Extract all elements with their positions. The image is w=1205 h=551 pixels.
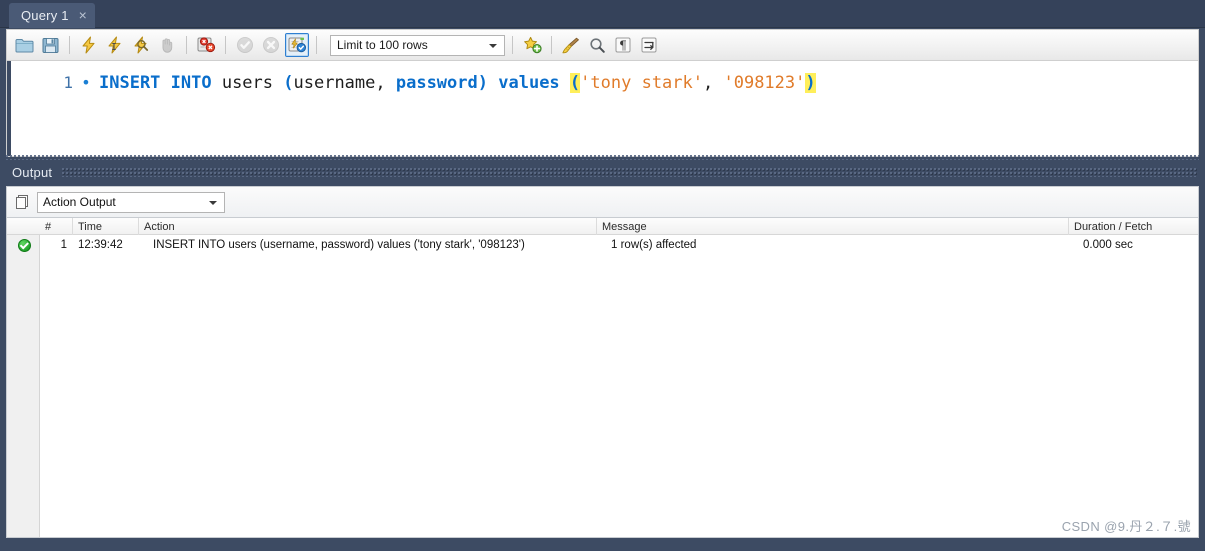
status-column xyxy=(7,218,40,537)
tab-label: Query 1 xyxy=(21,8,69,23)
save-sql-script-icon xyxy=(42,37,59,54)
statement-marker-icon: • xyxy=(81,73,91,92)
column-header-message[interactable]: Message xyxy=(597,218,1069,235)
row-limit-dropdown[interactable]: Limit to 100 rows xyxy=(330,34,505,56)
output-panel-title: Output xyxy=(12,164,53,180)
save-snippet-button[interactable] xyxy=(520,33,544,57)
cell-message: 1 row(s) affected xyxy=(611,239,697,251)
grid-header-row: # Time Action Message Duration / Fetch xyxy=(7,218,1198,235)
sql-editor-toolbar: Limit to 100 rows ¶ xyxy=(6,29,1199,61)
stop-on-error-icon xyxy=(197,36,216,54)
explain-statement-icon xyxy=(132,36,150,54)
column-header-duration[interactable]: Duration / Fetch xyxy=(1069,218,1198,235)
pilcrow-icon: ¶ xyxy=(614,36,632,54)
column-header-action[interactable]: Action xyxy=(139,218,597,235)
star-plus-icon xyxy=(523,36,542,54)
toolbar-separator xyxy=(551,36,552,54)
csdn-watermark: CSDN @9.丹２.７.號 xyxy=(1061,519,1191,534)
row-limit-value: Limit to 100 rows xyxy=(337,38,428,52)
tab-query-1[interactable]: Query 1 × xyxy=(9,3,95,28)
search-icon xyxy=(589,37,606,54)
open-sql-script-button[interactable] xyxy=(12,33,36,57)
toolbar-separator xyxy=(69,36,70,54)
execute-current-statement-button[interactable] xyxy=(103,33,127,57)
column-header-time[interactable]: Time xyxy=(73,218,139,235)
mysql-workbench-window: Query 1 × Limit to 100 rows ¶ 1 • INSERT… xyxy=(0,0,1205,551)
wrap-text-icon xyxy=(640,36,658,54)
commit-check-icon xyxy=(236,36,254,54)
output-panel-header: Output xyxy=(0,160,1205,184)
find-button[interactable] xyxy=(585,33,609,57)
toggle-stop-on-error-button[interactable] xyxy=(194,33,218,57)
save-sql-script-button[interactable] xyxy=(38,33,62,57)
autocommit-toggle-button[interactable] xyxy=(285,33,309,57)
execute-current-statement-icon xyxy=(106,36,124,54)
broom-icon xyxy=(561,36,581,54)
output-type-icon xyxy=(13,193,31,211)
column-header-number[interactable]: # xyxy=(40,218,73,235)
action-output-grid[interactable]: # Time Action Message Duration / Fetch 1… xyxy=(6,218,1199,538)
execute-statement-button[interactable] xyxy=(77,33,101,57)
cell-duration: 0.000 sec xyxy=(1083,239,1133,251)
rollback-transaction-button[interactable] xyxy=(259,33,283,57)
explain-statement-button[interactable] xyxy=(129,33,153,57)
output-type-dropdown[interactable]: Action Output xyxy=(37,191,225,213)
output-selector-bar: Action Output xyxy=(6,186,1199,218)
output-type-value: Action Output xyxy=(43,195,116,209)
sql-text: INSERT INTO users (username, password) v… xyxy=(99,73,816,93)
chevron-down-icon xyxy=(209,201,217,205)
stop-execution-button[interactable] xyxy=(155,33,179,57)
editor-tab-strip: Query 1 × xyxy=(0,0,1205,28)
toggle-wrapping-button[interactable] xyxy=(637,33,661,57)
line-number: 1 xyxy=(63,73,73,92)
toolbar-separator xyxy=(512,36,513,54)
execute-statement-icon xyxy=(80,36,98,54)
stop-hand-icon xyxy=(158,36,176,54)
svg-text:¶: ¶ xyxy=(619,38,627,52)
toolbar-separator xyxy=(316,36,317,54)
chevron-down-icon xyxy=(489,44,497,48)
sql-query-editor[interactable]: 1 • INSERT INTO users (username, passwor… xyxy=(6,61,1199,157)
output-panel-grip[interactable] xyxy=(62,167,1197,177)
table-row[interactable]: 1 12:39:42 INSERT INTO users (username, … xyxy=(7,235,1198,255)
toggle-invisible-chars-button[interactable]: ¶ xyxy=(611,33,635,57)
close-icon[interactable]: × xyxy=(79,8,87,24)
open-sql-script-icon xyxy=(15,37,34,54)
cell-action: INSERT INTO users (username, password) v… xyxy=(153,239,525,251)
beautify-query-button[interactable] xyxy=(559,33,583,57)
cell-time: 12:39:42 xyxy=(78,239,123,251)
cell-number: 1 xyxy=(60,239,67,251)
toolbar-separator xyxy=(186,36,187,54)
autocommit-toggle-icon xyxy=(288,36,307,54)
sql-code-line: 1 • INSERT INTO users (username, passwor… xyxy=(7,73,816,93)
toolbar-separator xyxy=(225,36,226,54)
commit-transaction-button[interactable] xyxy=(233,33,257,57)
rollback-cross-icon xyxy=(262,36,280,54)
